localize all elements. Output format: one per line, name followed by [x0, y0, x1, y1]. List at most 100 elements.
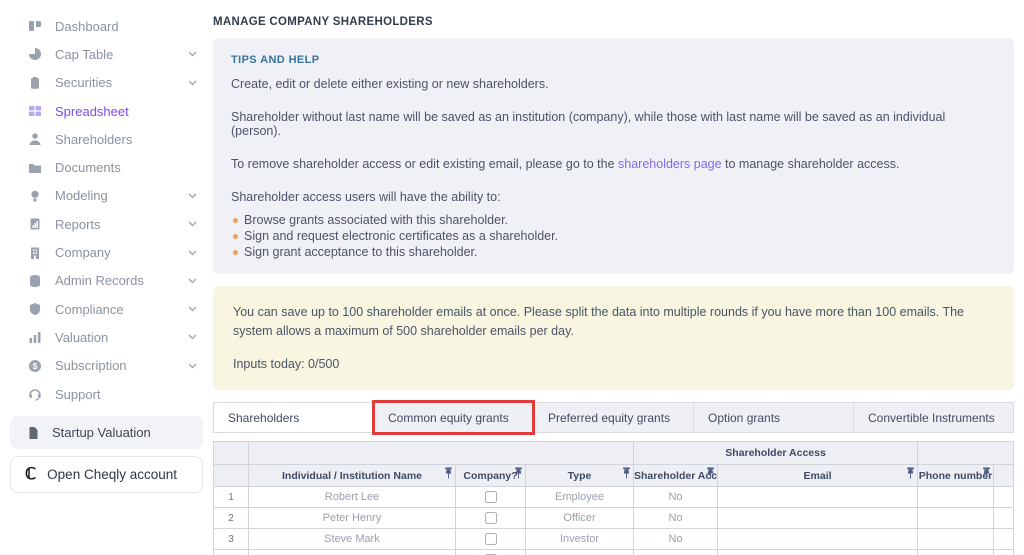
row-number: 1	[214, 487, 249, 508]
open-cheqly-button[interactable]: ℂ Open Cheqly account	[10, 456, 203, 493]
chevron-down-icon[interactable]	[188, 221, 197, 227]
sidebar-item-admin-records[interactable]: Admin Records	[0, 267, 213, 295]
column-header-company[interactable]: Company?	[456, 465, 526, 487]
phone-cell[interactable]	[918, 508, 994, 529]
pin-icon[interactable]	[982, 467, 991, 479]
tab-option-grants[interactable]: Option grants	[693, 403, 853, 432]
email-cell[interactable]	[718, 529, 918, 550]
pin-icon[interactable]	[514, 467, 523, 479]
column-header-shareholder-access[interactable]: Shareholder Access	[634, 465, 718, 487]
type-cell[interactable]: Employee	[526, 487, 634, 508]
sidebar-item-support[interactable]: Support	[0, 380, 213, 408]
sidebar-item-label: Shareholders	[55, 132, 132, 147]
company-checkbox[interactable]	[485, 491, 497, 503]
blank-cell	[994, 508, 1014, 529]
tips-heading: TIPS AND HELP	[231, 54, 996, 66]
type-cell[interactable]: Investor	[526, 529, 634, 550]
blank-cell	[994, 529, 1014, 550]
sidebar-item-spreadsheet[interactable]: Spreadsheet	[0, 97, 213, 125]
tips-and-help-panel: TIPS AND HELP Create, edit or delete eit…	[213, 38, 1014, 274]
tips-bullet: Sign grant acceptance to this shareholde…	[231, 244, 996, 260]
chevron-down-icon[interactable]	[188, 80, 197, 86]
open-cheqly-label: Open Cheqly account	[47, 467, 177, 482]
tips-bullet: Browse grants associated with this share…	[231, 212, 996, 228]
pin-icon[interactable]	[706, 467, 715, 479]
securities-icon	[27, 75, 42, 90]
column-header-email[interactable]: Email	[718, 465, 918, 487]
chevron-down-icon[interactable]	[188, 51, 197, 57]
phone-cell[interactable]	[918, 487, 994, 508]
sidebar-item-securities[interactable]: Securities	[0, 69, 213, 97]
valuation-icon	[27, 330, 42, 345]
compliance-icon	[27, 302, 42, 317]
type-cell[interactable]: Shareholder	[526, 550, 634, 555]
sidebar-item-label: Company	[55, 245, 111, 260]
email-limit-notice: You can save up to 100 shareholder email…	[213, 286, 1014, 390]
name-cell[interactable]: Steve Mark	[249, 529, 456, 550]
pin-icon[interactable]	[622, 467, 631, 479]
sidebar-item-label: Support	[55, 387, 101, 402]
shareholders-page-link[interactable]: shareholders page	[618, 157, 722, 171]
chevron-down-icon[interactable]	[188, 306, 197, 312]
phone-cell[interactable]	[918, 550, 994, 555]
sidebar-item-dashboard[interactable]: Dashboard	[0, 12, 213, 40]
access-cell[interactable]: No	[634, 508, 718, 529]
company-cell	[456, 529, 526, 550]
table-row: 3 Steve Mark Investor No	[214, 529, 1014, 550]
chevron-down-icon[interactable]	[188, 193, 197, 199]
main-content: MANAGE COMPANY SHAREHOLDERS TIPS AND HEL…	[213, 0, 1024, 555]
app-window: Dashboard Cap Table Securities Spr	[0, 0, 1024, 555]
access-cell[interactable]: No	[634, 487, 718, 508]
column-header-name[interactable]: Individual / Institution Name	[249, 465, 456, 487]
tab-shareholders[interactable]: Shareholders	[214, 403, 373, 432]
sidebar-item-startup-valuation[interactable]: Startup Valuation	[10, 416, 203, 449]
tab-convertible-instruments[interactable]: Convertible Instruments	[853, 403, 1013, 432]
chevron-down-icon[interactable]	[188, 250, 197, 256]
access-cell[interactable]: No	[634, 529, 718, 550]
tips-line-1: Create, edit or delete either existing o…	[231, 77, 996, 91]
pin-icon[interactable]	[906, 467, 915, 479]
company-checkbox[interactable]	[485, 512, 497, 524]
name-cell[interactable]: Anderson Hooper	[249, 550, 456, 555]
name-cell[interactable]: Robert Lee	[249, 487, 456, 508]
tips-bullet-list: Browse grants associated with this share…	[231, 212, 996, 260]
chevron-down-icon[interactable]	[188, 334, 197, 340]
email-cell[interactable]	[718, 487, 918, 508]
sidebar-item-company[interactable]: Company	[0, 238, 213, 266]
chevron-down-icon[interactable]	[188, 278, 197, 284]
dashboard-icon	[27, 19, 42, 34]
sidebar-item-documents[interactable]: Documents	[0, 153, 213, 181]
column-header-type[interactable]: Type	[526, 465, 634, 487]
sidebar-item-cap-table[interactable]: Cap Table	[0, 40, 213, 68]
email-cell[interactable]	[718, 508, 918, 529]
tab-label: Preferred equity grants	[548, 411, 670, 425]
company-checkbox[interactable]	[485, 533, 497, 545]
chevron-down-icon[interactable]	[188, 363, 197, 369]
sidebar-item-shareholders[interactable]: Shareholders	[0, 125, 213, 153]
sidebar-item-subscription[interactable]: $ Subscription	[0, 352, 213, 380]
sidebar-item-reports[interactable]: Reports	[0, 210, 213, 238]
row-number: 3	[214, 529, 249, 550]
sidebar-item-compliance[interactable]: Compliance	[0, 295, 213, 323]
sidebar-item-label: Valuation	[55, 330, 108, 345]
support-icon	[27, 387, 42, 402]
name-cell[interactable]: Peter Henry	[249, 508, 456, 529]
tab-preferred-equity-grants[interactable]: Preferred equity grants	[533, 403, 693, 432]
phone-cell[interactable]	[918, 529, 994, 550]
tab-common-equity-grants[interactable]: Common equity grants	[373, 403, 533, 432]
svg-text:$: $	[32, 361, 37, 371]
type-cell[interactable]: Officer	[526, 508, 634, 529]
sidebar-item-valuation[interactable]: Valuation	[0, 323, 213, 351]
column-header-phone[interactable]: Phone number	[918, 465, 994, 487]
tips-line-4: Shareholder access users will have the a…	[231, 190, 996, 204]
access-cell[interactable]: No	[634, 550, 718, 555]
row-number: 2	[214, 508, 249, 529]
sidebar-item-label: Compliance	[55, 302, 124, 317]
company-cell	[456, 550, 526, 555]
pin-icon[interactable]	[444, 467, 453, 479]
reports-icon	[27, 217, 42, 232]
sidebar-item-modeling[interactable]: Modeling	[0, 182, 213, 210]
group-header-blank	[214, 442, 249, 465]
email-cell[interactable]	[718, 550, 918, 555]
startup-valuation-label: Startup Valuation	[52, 425, 151, 440]
